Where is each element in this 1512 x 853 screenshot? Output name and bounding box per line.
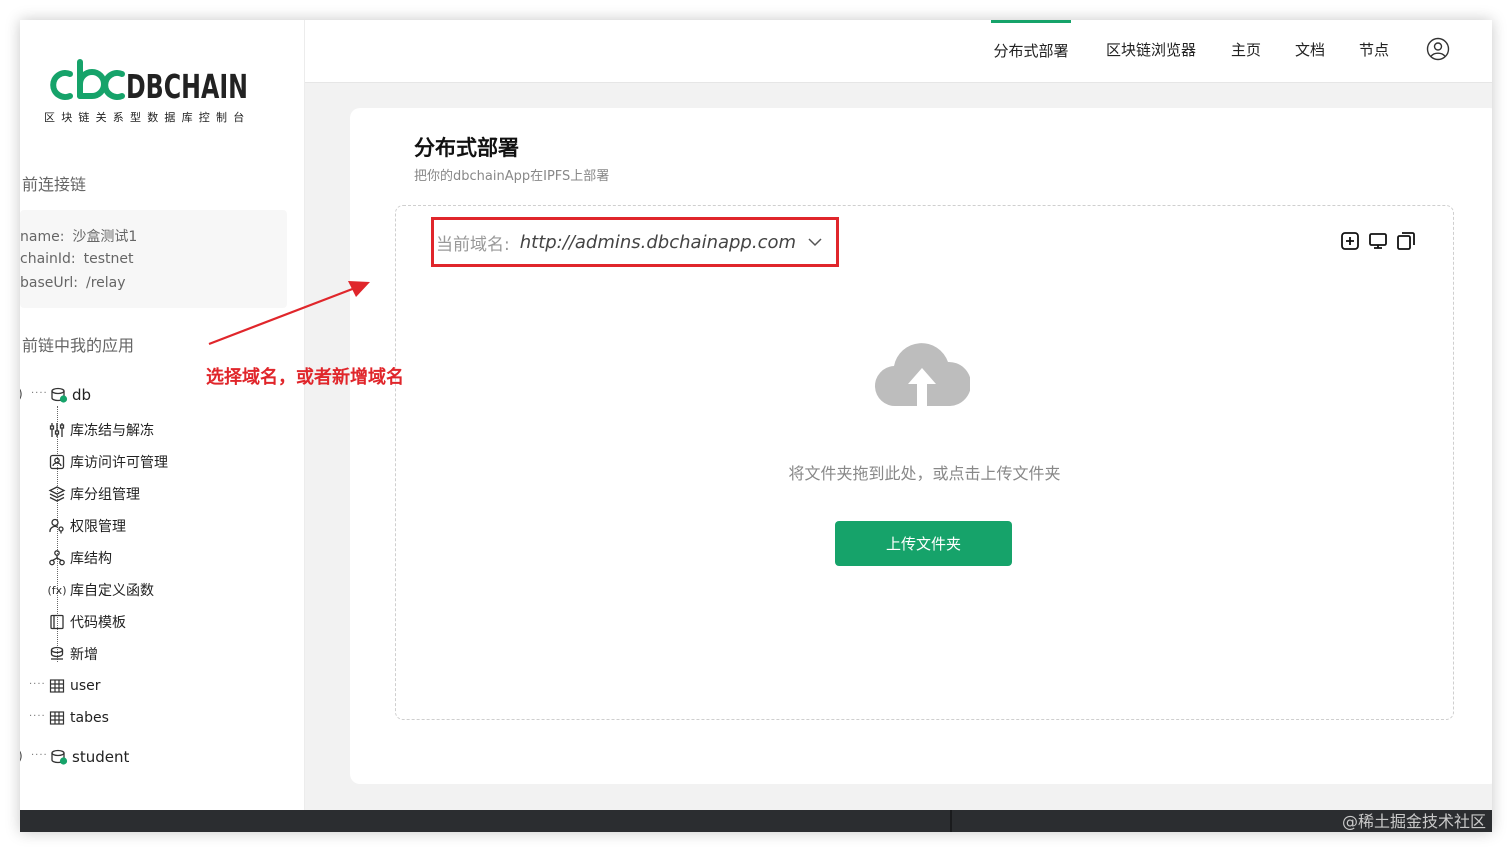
current-chain-title: 前连接链 <box>22 175 87 194</box>
chain-info-chainid: chainId: testnet <box>20 251 134 267</box>
svg-text:DBCHAIN: DBCHAIN <box>126 67 248 104</box>
expand-caret-student[interactable]: ) <box>20 749 23 763</box>
tree-dots: ···· <box>29 711 46 722</box>
tree-dots: ···· <box>31 388 48 399</box>
user-circle-icon[interactable] <box>1426 37 1450 61</box>
page-title: 分布式部署 <box>414 136 519 160</box>
layers-icon <box>48 485 66 503</box>
upload-folder-button[interactable]: 上传文件夹 <box>835 521 1012 566</box>
tree-item-freeze[interactable]: 库冻结与解冻 <box>48 417 154 443</box>
my-apps-title: 前链中我的应用 <box>22 336 135 355</box>
tree-item-template[interactable]: 代码模板 <box>48 609 126 635</box>
tree-item-permission[interactable]: 权限管理 <box>48 513 126 539</box>
add-icon <box>48 645 66 663</box>
footer-divider <box>950 810 952 832</box>
annotation-text: 选择域名，或者新增域名 <box>206 367 404 388</box>
chain-info-baseurl: baseUrl:/relay <box>20 275 126 291</box>
footer-bar <box>20 810 1492 832</box>
chain-info-name: name: 沙盒测试1 <box>20 229 138 245</box>
upload-dropzone[interactable]: 当前域名: http://admins.dbchainapp.com 将文件夹拖… <box>395 205 1454 720</box>
tree-item-add[interactable]: 新增 <box>48 641 98 667</box>
monitor-icon[interactable] <box>1368 231 1388 251</box>
table-icon <box>48 677 66 695</box>
tree-item-structure[interactable]: 库结构 <box>48 545 112 571</box>
nav-home[interactable]: 主页 <box>1229 20 1263 82</box>
expand-caret-db[interactable]: ) <box>20 387 23 401</box>
watermark: @稀土掘金技术社区 <box>1341 812 1486 831</box>
permission-icon <box>48 517 66 535</box>
copy-icon[interactable] <box>1396 231 1416 251</box>
tree-item-table-user[interactable]: user <box>48 673 101 699</box>
nav-nodes[interactable]: 节点 <box>1357 20 1391 82</box>
domain-label: 当前域名: <box>436 234 510 255</box>
tree-node-db[interactable]: db <box>50 382 91 408</box>
tree-item-table-tabes[interactable]: tabes <box>48 705 109 731</box>
freeze-icon <box>48 421 66 439</box>
nav-docs[interactable]: 文档 <box>1293 20 1327 82</box>
tree-item-access[interactable]: 库访问许可管理 <box>48 449 168 475</box>
dbchain-logo[interactable]: DBCHAIN <box>40 58 250 104</box>
nav-blockchain-explorer[interactable]: 区块链浏览器 <box>1102 20 1200 82</box>
annotation-arrow <box>208 281 370 346</box>
tree-node-student[interactable]: student <box>50 744 129 770</box>
cloud-upload-icon <box>874 336 972 412</box>
sidebar: DBCHAIN 区块链关系型数据库控制台 前连接链 name: 沙盒测试1 cha… <box>20 20 305 810</box>
database-icon <box>50 748 68 766</box>
deploy-card: 分布式部署 把你的dbchainApp在IPFS上部署 当前域名: http:/… <box>350 108 1492 784</box>
template-icon <box>48 613 66 631</box>
domain-select[interactable]: 当前域名: http://admins.dbchainapp.com <box>431 217 839 267</box>
drop-hint: 将文件夹拖到此处，或点击上传文件夹 <box>788 464 1061 483</box>
toolbar-icons <box>1340 231 1416 251</box>
chevron-down-icon <box>808 237 822 247</box>
add-square-icon[interactable] <box>1340 231 1360 251</box>
nav-distributed-deploy[interactable]: 分布式部署 <box>991 20 1071 85</box>
domain-value: http://admins.dbchainapp.com <box>519 231 797 253</box>
access-icon <box>48 453 66 471</box>
tree-dots: ···· <box>29 679 46 690</box>
table-icon <box>48 709 66 727</box>
tree-item-function[interactable]: (fx) 库自定义函数 <box>48 577 154 603</box>
app-window: DBCHAIN 区块链关系型数据库控制台 前连接链 name: 沙盒测试1 cha… <box>20 20 1492 832</box>
database-icon <box>50 386 68 404</box>
top-nav: 分布式部署 区块链浏览器 主页 文档 节点 <box>305 20 1492 83</box>
logo-subtitle: 区块链关系型数据库控制台 <box>44 111 251 124</box>
structure-icon <box>48 549 66 567</box>
function-icon: (fx) <box>47 583 67 597</box>
page-subtitle: 把你的dbchainApp在IPFS上部署 <box>414 169 610 184</box>
tree-item-group[interactable]: 库分组管理 <box>48 481 140 507</box>
tree-dots: ···· <box>31 750 48 761</box>
